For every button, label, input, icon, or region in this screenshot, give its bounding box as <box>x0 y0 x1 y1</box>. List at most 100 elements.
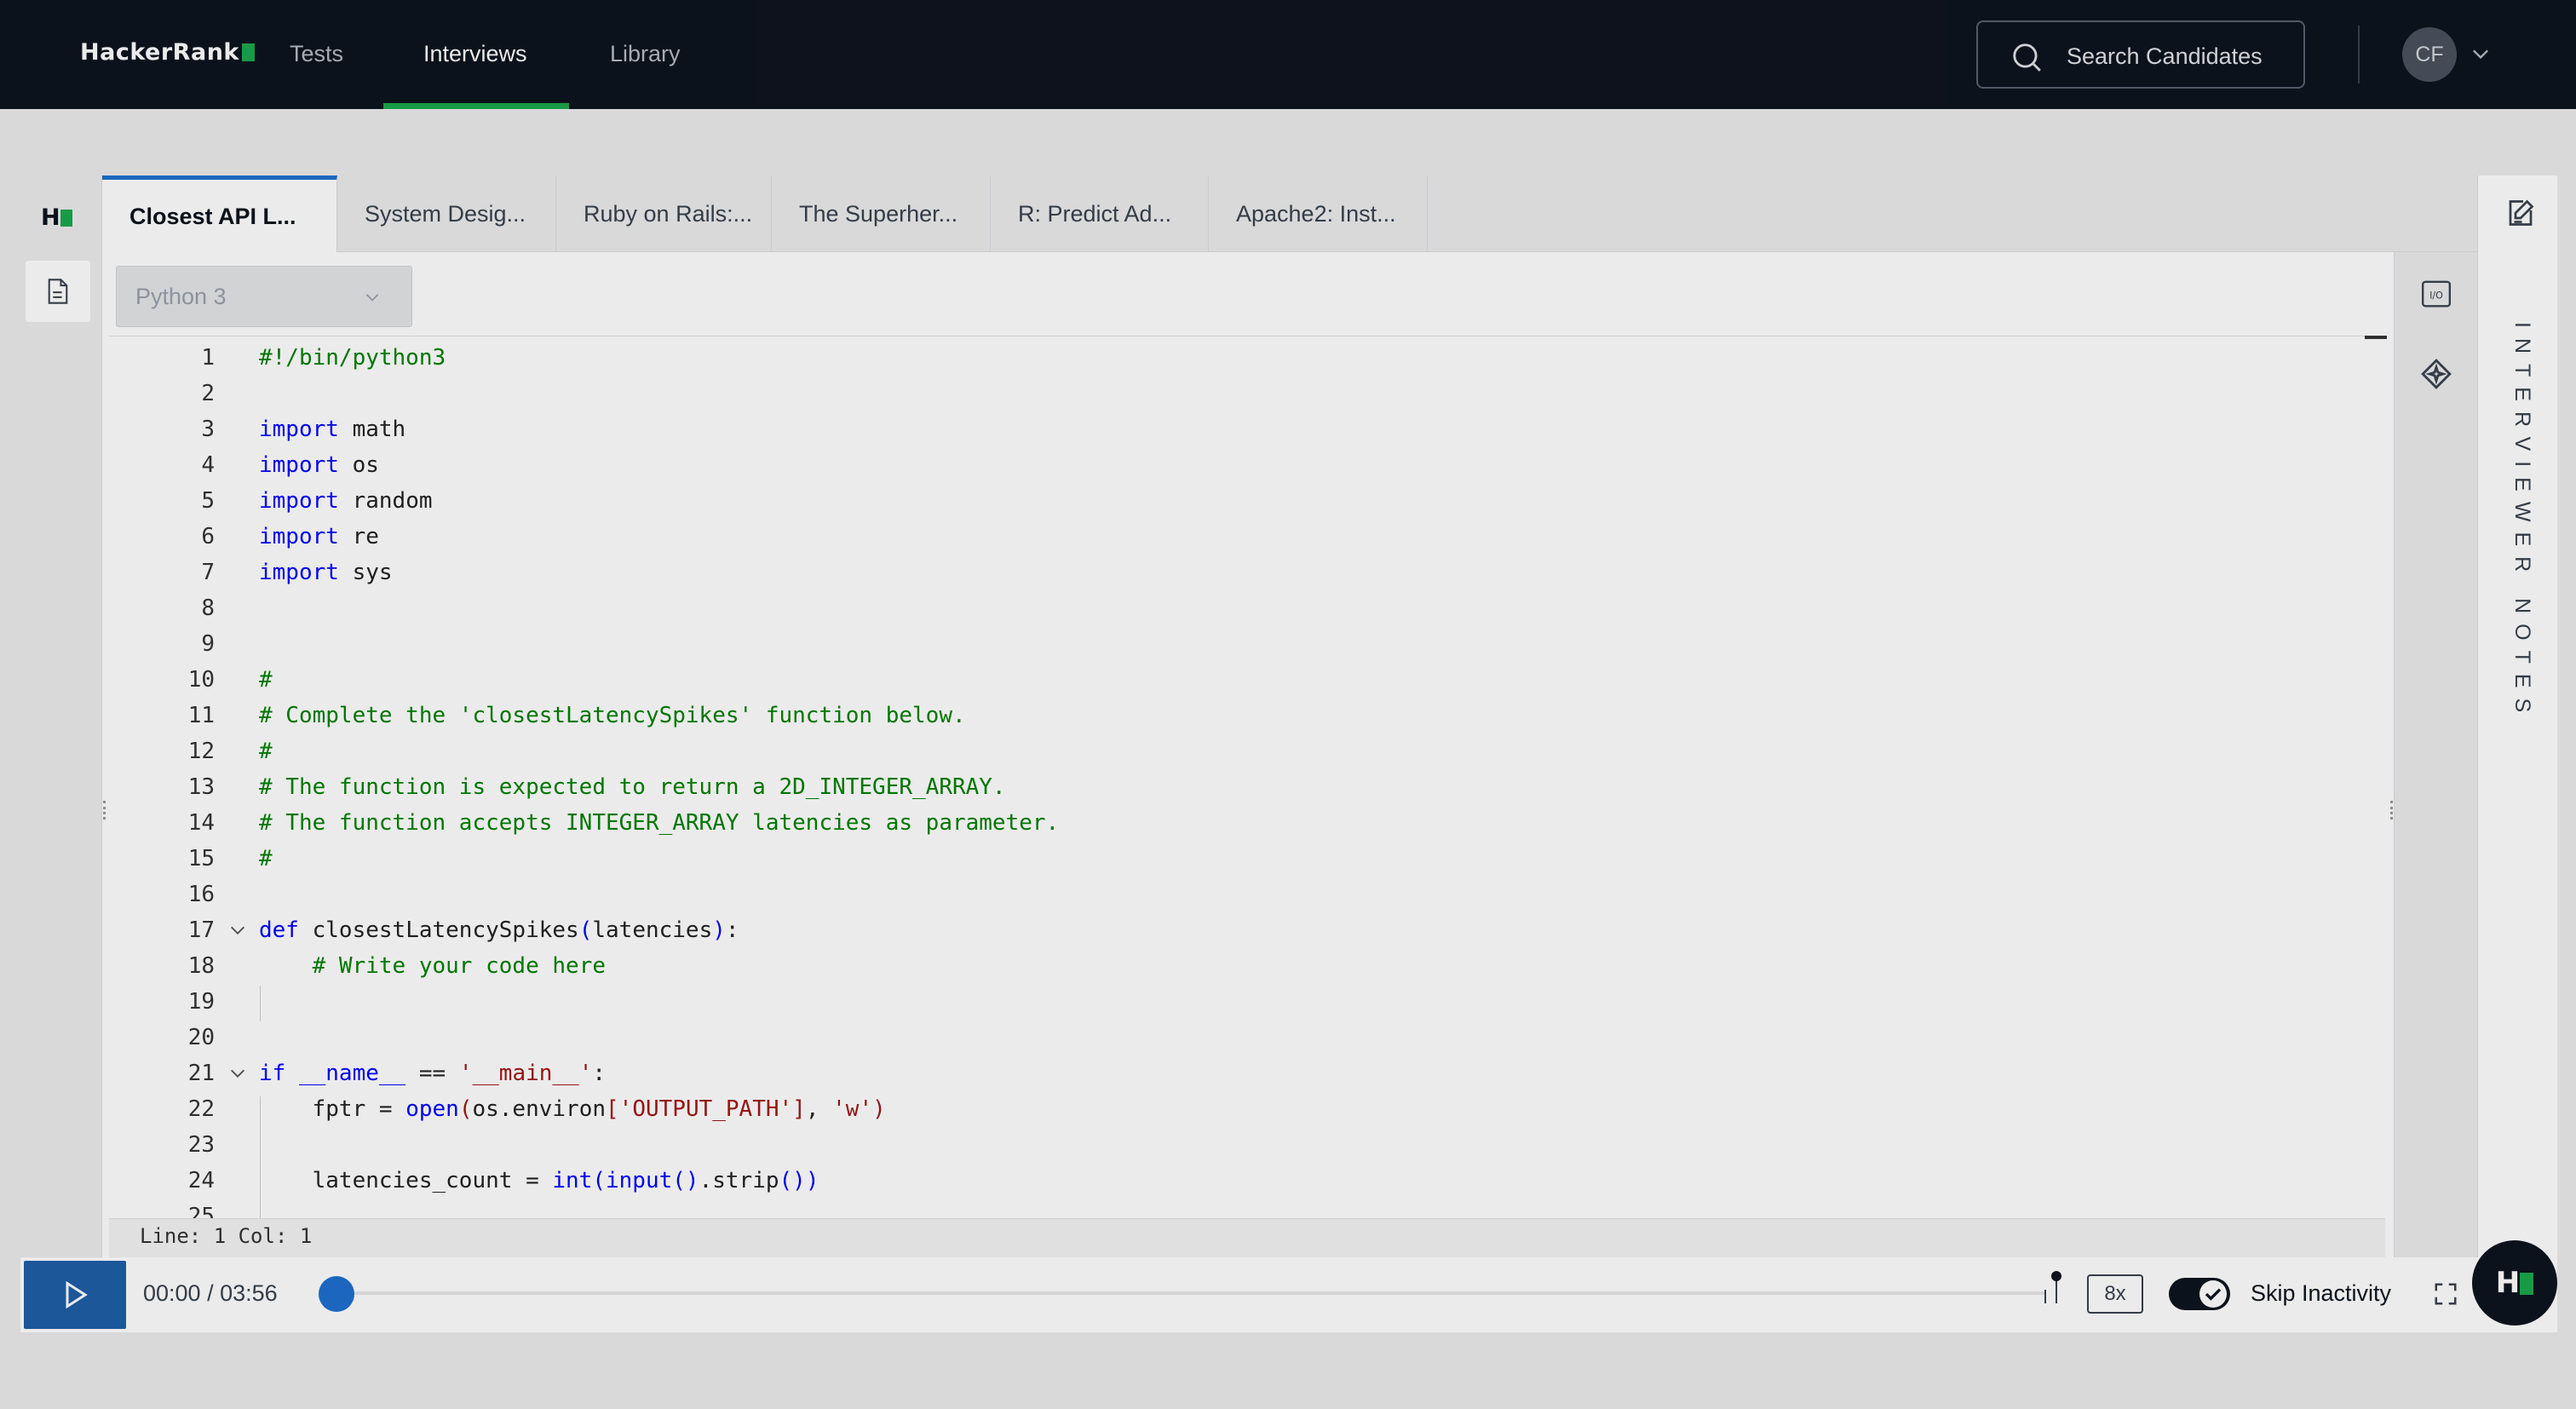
code-line[interactable]: 4 import os <box>109 447 2324 483</box>
edit-notes-icon[interactable] <box>2505 198 2536 228</box>
code-line[interactable]: 15 # <box>109 841 2324 877</box>
user-avatar[interactable]: CF <box>2402 27 2457 82</box>
ai-assist-icon[interactable] <box>2420 358 2452 390</box>
code-text: # The function is expected to return a 2… <box>259 774 1006 800</box>
line-number: 23 <box>187 1132 215 1158</box>
hr-mini-logo: H <box>41 204 72 231</box>
tab-question-1[interactable]: Closest API L... <box>102 175 337 252</box>
code-text: def closestLatencySpikes(latencies): <box>259 917 739 943</box>
code-line[interactable]: 6 import re <box>109 519 2324 555</box>
event-marker-icon[interactable] <box>2043 1269 2061 1307</box>
code-line[interactable]: 5 import random <box>109 483 2324 519</box>
code-line[interactable]: 22 fptr = open(os.environ['OUTPUT_PATH']… <box>109 1091 2324 1127</box>
code-text: # <box>259 667 273 693</box>
play-button[interactable] <box>24 1261 126 1329</box>
line-number: 20 <box>187 1025 215 1050</box>
code-line[interactable]: 19 <box>109 984 2324 1020</box>
right-resize-handle[interactable] <box>2390 801 2393 820</box>
line-number: 11 <box>187 703 215 728</box>
hackerrank-help-button[interactable]: H <box>2472 1240 2557 1326</box>
code-line[interactable]: 3 import math <box>109 411 2324 447</box>
code-editor[interactable]: 1 #!/bin/python3 2 3 import math 4 import os 5 i… <box>109 336 2365 1218</box>
toggle-knob <box>2199 1280 2227 1308</box>
fold-chevron-icon[interactable] <box>228 912 247 948</box>
search-candidates-input[interactable]: Search Candidates <box>1976 20 2305 89</box>
code-line[interactable]: 17 def closestLatencySpikes(latencies): <box>109 912 2324 948</box>
line-number: 4 <box>201 452 215 478</box>
code-line[interactable]: 10 # <box>109 662 2324 698</box>
line-number: 21 <box>187 1061 215 1086</box>
code-line[interactable]: 9 <box>109 626 2324 662</box>
fullscreen-icon[interactable] <box>2433 1281 2458 1307</box>
code-text: import math <box>259 417 406 442</box>
line-number: 12 <box>187 739 215 764</box>
skip-inactivity-toggle[interactable] <box>2169 1278 2230 1310</box>
code-line[interactable]: 20 <box>109 1020 2324 1055</box>
playback-scrubber[interactable] <box>319 1276 354 1312</box>
language-select[interactable]: Python 3 <box>116 266 412 327</box>
code-line[interactable]: 13 # The function is expected to return a… <box>109 769 2324 805</box>
playback-track[interactable] <box>337 1291 2044 1295</box>
hackerrank-logo[interactable]: HackerRank <box>80 39 255 66</box>
playback-speed-button[interactable]: 8x <box>2087 1274 2143 1314</box>
line-number: 17 <box>187 917 215 943</box>
code-line[interactable]: 14 # The function accepts INTEGER_ARRAY l… <box>109 805 2324 841</box>
line-number: 8 <box>201 595 215 621</box>
code-line[interactable]: 1 #!/bin/python3 <box>109 340 2324 376</box>
document-icon <box>48 279 68 304</box>
line-number: 25 <box>187 1204 215 1218</box>
line-number: 14 <box>187 810 215 836</box>
code-line[interactable]: 7 import sys <box>109 555 2324 590</box>
nav-link-tests[interactable]: Tests <box>290 41 343 67</box>
code-line[interactable]: 18 # Write your code here <box>109 948 2324 984</box>
line-number: 18 <box>187 953 215 979</box>
code-text: latencies_count = int(input().strip()) <box>259 1168 819 1193</box>
problem-document-button[interactable] <box>26 261 90 322</box>
code-line[interactable]: 11 # Complete the 'closestLatencySpikes' … <box>109 698 2324 733</box>
active-nav-indicator <box>383 103 569 109</box>
playback-time: 00:00 / 03:56 <box>143 1280 278 1306</box>
line-number: 19 <box>187 989 215 1015</box>
code-line[interactable]: 21 if __name__ == '__main__': <box>109 1055 2324 1091</box>
search-placeholder: Search Candidates <box>2067 43 2263 69</box>
top-navigation: HackerRank Tests Interviews Library Sear… <box>0 0 2576 109</box>
line-number: 24 <box>187 1168 215 1193</box>
nav-divider <box>2358 26 2360 83</box>
line-number: 9 <box>201 631 215 657</box>
nav-link-library[interactable]: Library <box>610 41 681 67</box>
code-line[interactable]: 2 <box>109 376 2324 411</box>
left-resize-handle[interactable] <box>103 801 106 820</box>
line-number: 1 <box>201 345 215 371</box>
tab-question-2[interactable]: System Desig... <box>337 175 556 252</box>
code-text: # <box>259 739 273 764</box>
code-text: import re <box>259 524 379 549</box>
search-icon <box>2013 43 2041 72</box>
tab-question-4[interactable]: The Superher... <box>772 175 991 252</box>
code-line[interactable]: 16 <box>109 877 2324 912</box>
input-output-icon[interactable]: I/O <box>2420 278 2452 310</box>
code-text: import os <box>259 452 379 478</box>
code-text: import random <box>259 488 433 514</box>
code-line[interactable]: 8 <box>109 590 2324 626</box>
check-icon <box>2205 1288 2222 1301</box>
tab-question-6[interactable]: Apache2: Inst... <box>1209 175 1428 252</box>
code-text: # Write your code here <box>312 953 606 979</box>
svg-text:I/O: I/O <box>2429 290 2443 302</box>
code-text: #!/bin/python3 <box>259 345 446 371</box>
code-text: import sys <box>259 560 393 585</box>
code-line[interactable]: 25 <box>109 1199 2324 1218</box>
chevron-down-icon[interactable] <box>2469 43 2493 66</box>
language-value: Python 3 <box>135 284 227 309</box>
line-number: 5 <box>201 488 215 514</box>
tab-question-3[interactable]: Ruby on Rails:... <box>556 175 772 252</box>
tab-question-5[interactable]: R: Predict Ad... <box>991 175 1209 252</box>
code-line[interactable]: 24 latencies_count = int(input().strip()… <box>109 1163 2324 1199</box>
nav-link-interviews[interactable]: Interviews <box>423 41 527 67</box>
line-number: 3 <box>201 417 215 442</box>
interviewer-notes-label[interactable]: INTERVIEWER NOTES <box>2500 322 2534 722</box>
fold-chevron-icon[interactable] <box>228 1055 247 1091</box>
line-number: 7 <box>201 560 215 585</box>
code-line[interactable]: 23 <box>109 1127 2324 1163</box>
code-line[interactable]: 12 # <box>109 733 2324 769</box>
editor-scroll-indicator[interactable] <box>2365 336 2387 339</box>
